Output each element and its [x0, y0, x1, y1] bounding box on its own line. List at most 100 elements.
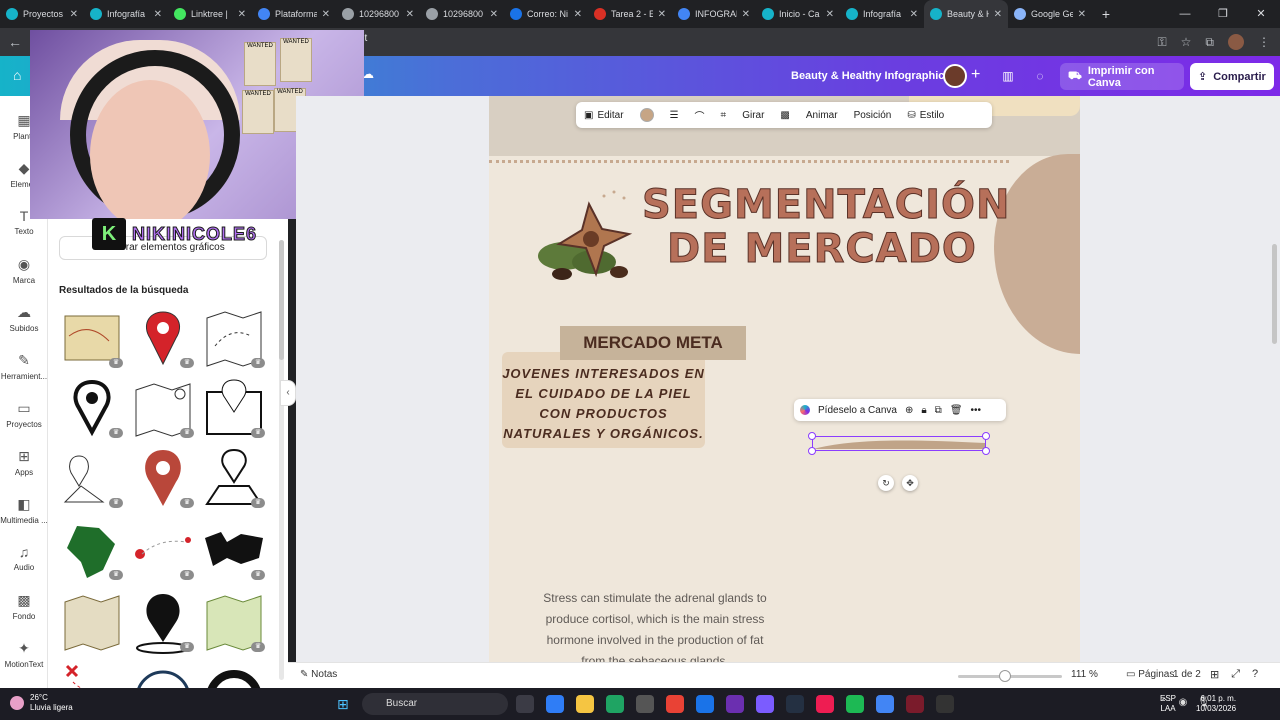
resize-handle[interactable]: [808, 432, 816, 440]
browser-tab[interactable]: Plataforma ✕: [252, 0, 336, 28]
store-icon[interactable]: [636, 695, 654, 713]
browser-tab[interactable]: Correo: Ni ✕: [504, 0, 588, 28]
rail-item[interactable]: ✎ Herramient...: [0, 352, 48, 381]
star-icon[interactable]: ☆: [1181, 35, 1192, 49]
lock-icon[interactable]: 🔒︎: [921, 405, 926, 416]
tab-close-icon[interactable]: ✕: [826, 9, 834, 20]
app-icon[interactable]: [726, 695, 744, 713]
tab-close-icon[interactable]: ✕: [742, 9, 750, 20]
map-graphic-result[interactable]: ♛: [201, 518, 267, 582]
trash-icon[interactable]: 🗑︎: [950, 405, 963, 416]
restore-icon[interactable]: ❐: [1204, 0, 1242, 28]
resize-handle[interactable]: [982, 447, 990, 455]
tab-close-icon[interactable]: ✕: [238, 9, 246, 20]
edit-button[interactable]: ▣ Editar: [576, 110, 632, 121]
position-button[interactable]: Posición: [846, 110, 900, 121]
chrome-active-icon[interactable]: [876, 695, 894, 713]
color-button[interactable]: [632, 108, 662, 122]
rotate-handle-icon[interactable]: ↻: [878, 475, 894, 491]
rail-item[interactable]: ▭ Proyectos: [0, 400, 48, 429]
tiktok-icon[interactable]: [816, 695, 834, 713]
canvas-scrollbar[interactable]: [1272, 244, 1277, 344]
design-title[interactable]: Beauty & Healthy Infographic: [791, 70, 944, 82]
language-indicator[interactable]: ESP LAA: [1160, 694, 1176, 714]
steam-icon[interactable]: [786, 695, 804, 713]
tab-close-icon[interactable]: ✕: [1078, 9, 1086, 20]
map-graphic-result[interactable]: ♛: [59, 376, 125, 440]
panel-scroll-thumb[interactable]: [279, 240, 284, 360]
duplicate-icon[interactable]: ⧉: [935, 405, 942, 416]
browser-tab[interactable]: Google Ge ✕: [1008, 0, 1092, 28]
animate-button[interactable]: Animar: [798, 110, 846, 121]
move-handle-icon[interactable]: ✥: [902, 475, 918, 491]
design-page[interactable]: SEGMENTACIÓN DE MERCADO MERCADO META JOV…: [489, 96, 1080, 662]
file-explorer-icon[interactable]: [576, 695, 594, 713]
add-collaborator-icon[interactable]: +: [971, 66, 980, 84]
rotate-button[interactable]: Girar: [734, 110, 772, 121]
analytics-icon[interactable]: ▥: [998, 66, 1018, 86]
grid-view-icon[interactable]: ⊞: [1210, 668, 1219, 681]
comment-add-icon[interactable]: ⊕: [905, 405, 913, 416]
meta-description[interactable]: JOVENES INTERESADOS EN EL CUIDADO DE LA …: [502, 364, 705, 444]
map-graphic-result[interactable]: ♛: [130, 590, 196, 654]
copilot-icon[interactable]: [546, 695, 564, 713]
rail-item[interactable]: ◧ Multimedia ...: [0, 496, 48, 525]
map-graphic-result[interactable]: [59, 658, 125, 688]
browser-tab[interactable]: Tarea 2 - E ✕: [588, 0, 672, 28]
spotify-icon[interactable]: [846, 695, 864, 713]
clock[interactable]: 6:01 p. m. 10/03/2026: [1196, 694, 1236, 714]
tab-close-icon[interactable]: ✕: [322, 9, 330, 20]
user-avatar[interactable]: [943, 64, 967, 88]
new-tab-icon[interactable]: +: [1092, 6, 1120, 22]
minimize-icon[interactable]: —: [1166, 0, 1204, 28]
map-graphic-result[interactable]: ♛: [201, 590, 267, 654]
map-graphic-result[interactable]: ♛: [201, 446, 267, 510]
share-button[interactable]: ⇪ Compartir: [1190, 63, 1274, 90]
map-graphic-result[interactable]: ♛: [130, 446, 196, 510]
rail-item[interactable]: ☁ Subidos: [0, 304, 48, 333]
pages-button[interactable]: ▭ Páginas: [1126, 669, 1174, 680]
key-icon[interactable]: ⚿: [1158, 35, 1167, 50]
map-graphic-result[interactable]: ♛: [59, 306, 125, 370]
obs-icon[interactable]: [936, 695, 954, 713]
app-icon[interactable]: [906, 695, 924, 713]
tab-close-icon[interactable]: ✕: [406, 9, 414, 20]
taskbar-search[interactable]: Buscar: [362, 693, 508, 715]
kebab-menu-icon[interactable]: ⋮: [1258, 35, 1270, 49]
tray-app-icon[interactable]: ◉: [1179, 697, 1188, 708]
map-graphic-result[interactable]: ♛: [130, 376, 196, 440]
map-graphic-result[interactable]: ♛: [130, 518, 196, 582]
home-icon[interactable]: ⌂: [13, 67, 21, 83]
browser-tab[interactable]: Infografía ✕: [84, 0, 168, 28]
zoom-level[interactable]: 111 %: [1071, 669, 1098, 680]
corner-rounding-button[interactable]: ⌒: [687, 108, 713, 123]
style-button[interactable]: ⛁ Estilo: [899, 110, 952, 121]
browser-tab[interactable]: 10296800 ✕: [420, 0, 504, 28]
selected-shape[interactable]: [812, 436, 986, 451]
map-graphic-result[interactable]: [59, 590, 125, 654]
browser-tab[interactable]: INFOGRAF ✕: [672, 0, 756, 28]
fullscreen-icon[interactable]: ⤢: [1231, 668, 1240, 681]
rail-item[interactable]: ✦ MotionText: [0, 640, 48, 669]
rail-item[interactable]: ▩ Fondo: [0, 592, 48, 621]
print-with-canva-button[interactable]: ⛟ Imprimir con Canva: [1060, 63, 1184, 90]
close-window-icon[interactable]: ✕: [1242, 0, 1280, 28]
map-graphic-result[interactable]: ♛: [201, 376, 267, 440]
map-graphic-result[interactable]: [130, 658, 196, 688]
rail-item[interactable]: ⊞ Apps: [0, 448, 48, 477]
browser-tab[interactable]: Linktree | ✕: [168, 0, 252, 28]
windows-start-icon[interactable]: ⊞: [337, 696, 349, 713]
map-graphic-result[interactable]: [201, 658, 267, 688]
notes-button[interactable]: ✎ Notas: [300, 669, 337, 680]
tab-close-icon[interactable]: ✕: [994, 9, 1002, 20]
ask-canva-button[interactable]: Pídeselo a Canva: [818, 405, 897, 416]
resize-handle[interactable]: [808, 447, 816, 455]
border-style-button[interactable]: ☰: [662, 110, 687, 121]
browser-tab[interactable]: Infografía ✕: [840, 0, 924, 28]
meta-title-box[interactable]: MERCADO META: [560, 326, 746, 360]
map-graphic-result[interactable]: ♛: [130, 306, 196, 370]
map-graphic-result[interactable]: ♛: [59, 518, 125, 582]
extensions-icon[interactable]: ⧉: [1205, 35, 1214, 50]
panel-scrollbar[interactable]: [279, 240, 284, 680]
chrome-icon[interactable]: [666, 695, 684, 713]
